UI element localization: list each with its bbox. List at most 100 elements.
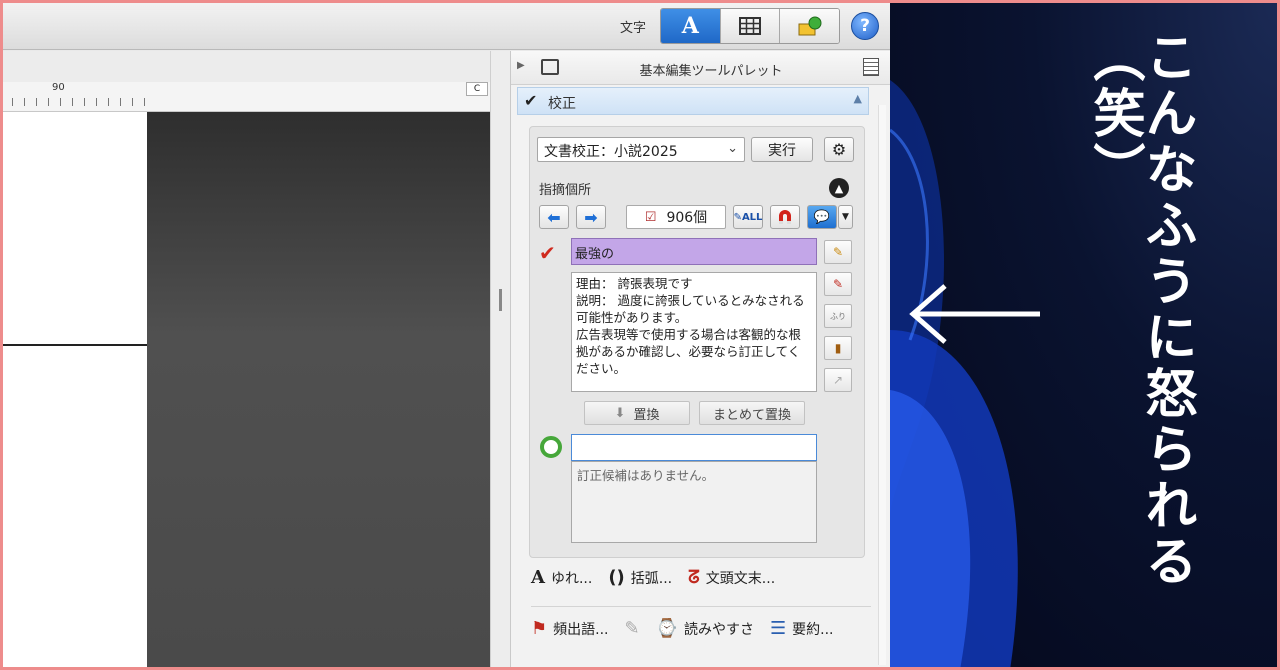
proofread-section-header[interactable]: ✔ 校正 ▲ (517, 87, 869, 115)
table-icon (739, 17, 761, 35)
summary-tool[interactable]: ☰ 要約... (770, 618, 834, 639)
pencil-icon: ✎ (832, 245, 844, 259)
splitter-grip[interactable] (499, 289, 502, 311)
variation-tool-label: ゆれ... (550, 570, 593, 587)
decorative-wallpaper: こんなふうに怒られる（笑） (890, 0, 1280, 670)
ruler: 90 C (0, 82, 490, 112)
edit-pencil-button[interactable]: ✎ (824, 240, 852, 264)
replace-button[interactable]: ⬇ 置換 (584, 401, 690, 425)
export-icon: ↗ (832, 373, 844, 387)
comment-dropdown[interactable]: ▼ (838, 205, 853, 229)
readability-label: 読みやすさ (684, 621, 755, 638)
finding-count[interactable]: ☑ 906個 (626, 205, 726, 229)
check-icon: ✔ (524, 91, 538, 110)
furigana-button[interactable]: ふり (824, 304, 852, 328)
shape-mode-button[interactable] (780, 9, 839, 43)
frequent-words-tool[interactable]: ⚑ 頻出語... (531, 618, 609, 639)
candidate-list[interactable]: 訂正候補はありません。 (571, 461, 817, 543)
document-page[interactable] (0, 112, 147, 670)
finding-count-value: 906個 (666, 210, 708, 226)
flagged-text-value: 最強の (575, 247, 615, 262)
sentence-end-icon: ᘔ (688, 567, 700, 588)
text-a-icon: A (681, 13, 699, 39)
bracket-tool[interactable]: () 括弧... (608, 567, 672, 588)
bracket-icon: () (608, 567, 625, 588)
speech-bubble-icon: 💬 (813, 209, 831, 225)
next-finding-button[interactable]: ➡ (576, 205, 606, 229)
frequent-words-label: 頻出語... (553, 621, 609, 638)
mode-segmented-control: A (660, 8, 840, 44)
settings-button[interactable]: ⚙ (824, 137, 854, 162)
document-header-strip (0, 51, 490, 82)
table-mode-button[interactable] (720, 9, 781, 43)
font-variation-icon: A (531, 567, 545, 588)
chevron-down-icon: ⌄ (727, 141, 738, 156)
text-mode-button[interactable]: A (661, 9, 721, 43)
dropdown-arrow-icon: ▼ (842, 212, 849, 222)
bracket-tool-label: 括弧... (630, 570, 673, 587)
replace-button-label: 置換 (633, 407, 660, 423)
comment-button[interactable]: 💬 (807, 205, 837, 229)
furigana-icon: ふり (830, 311, 846, 321)
ok-circle-icon (540, 436, 562, 458)
replace-all-label: まとめて置換 (712, 407, 791, 423)
book-icon: ▮ (834, 341, 842, 355)
mark-all-button[interactable]: ✎ALL (733, 205, 763, 229)
run-button[interactable]: 実行 (751, 137, 813, 162)
tool-palette-panel: ▶ 基本編集ツールパレット ✔ 校正 ▲ 文書校正：小説2025 ⌄ 実行 ⚙ … (510, 51, 891, 670)
palette-menu-icon[interactable] (863, 58, 879, 76)
palette-scrollbar[interactable] (878, 105, 886, 665)
main-toolbar: 文字 A ? (0, 0, 890, 50)
reason-text: 理由： 誇張表現です 説明： 過度に誇張しているとみなされる可能性があります。 … (576, 276, 805, 376)
ruler-corner-box[interactable]: C (466, 82, 488, 96)
flagged-text: 最強の (571, 238, 817, 265)
magnet-button[interactable] (770, 205, 800, 229)
replace-all-button[interactable]: まとめて置換 (699, 401, 805, 425)
tool-row-1: A ゆれ... () 括弧... ᘔ 文頭文末... (531, 567, 867, 588)
readability-icon: ⌚ (655, 618, 679, 639)
correction-input[interactable] (571, 434, 817, 461)
run-button-label: 実行 (768, 142, 796, 159)
down-arrow-icon: ⬇ (614, 405, 626, 421)
readability-tool[interactable]: ⌚ 読みやすさ (656, 618, 754, 639)
profile-select-value: 文書校正：小説2025 (544, 144, 678, 160)
all-pencil-icon: ✎ALL (733, 211, 763, 223)
summary-label: 要約... (792, 621, 834, 638)
collapse-up-icon[interactable]: ▲ (854, 92, 862, 105)
tool-row-2: ⚑ 頻出語... ✎ ⌚ 読みやすさ ☰ 要約... (531, 618, 867, 639)
summary-icon: ☰ (770, 618, 787, 639)
findings-heading: 指摘個所 (539, 183, 592, 198)
disabled-tool[interactable]: ✎ (625, 618, 640, 639)
palette-title: 基本編集ツールパレット (639, 64, 783, 79)
pasteboard (147, 112, 490, 670)
checklist-icon: ☑ (644, 209, 657, 225)
red-check-icon: ✔ (539, 241, 556, 265)
sentence-end-tool-label: 文頭文末... (705, 570, 776, 587)
sentence-end-tool[interactable]: ᘔ 文頭文末... (688, 567, 775, 588)
magnet-icon (779, 210, 791, 224)
help-icon[interactable]: ? (851, 12, 879, 40)
panel-splitter[interactable] (490, 51, 510, 670)
caption-text: こんなふうに怒られる（笑） (1084, 30, 1196, 590)
palette-header: ▶ 基本編集ツールパレット (511, 51, 891, 85)
ruler-ticks (0, 98, 150, 106)
arrow-left-icon: ⬅ (547, 207, 561, 227)
shapes-icon (798, 16, 822, 36)
tool-divider (531, 606, 871, 607)
collapse-findings-icon[interactable]: ▲ (829, 178, 849, 198)
arrow-left-icon (909, 284, 1040, 344)
page-divider-line (0, 344, 147, 346)
section-label: 校正 (548, 96, 576, 112)
profile-select[interactable]: 文書校正：小説2025 ⌄ (537, 137, 745, 162)
variation-tool[interactable]: A ゆれ... (531, 567, 592, 588)
previous-finding-button[interactable]: ⬅ (539, 205, 569, 229)
dictionary-button[interactable]: ▮ (824, 336, 852, 360)
reason-box: 理由： 誇張表現です 説明： 過度に誇張しているとみなされる可能性があります。 … (571, 272, 817, 392)
pencil-check-icon: ✎ (832, 277, 844, 291)
ruler-number: 90 (52, 82, 65, 93)
arrow-right-icon: ➡ (584, 207, 598, 227)
frequent-words-icon: ⚑ (531, 618, 548, 639)
help-glyph: ? (860, 16, 870, 36)
export-button[interactable]: ↗ (824, 368, 852, 392)
edit-check-button[interactable]: ✎ (824, 272, 852, 296)
